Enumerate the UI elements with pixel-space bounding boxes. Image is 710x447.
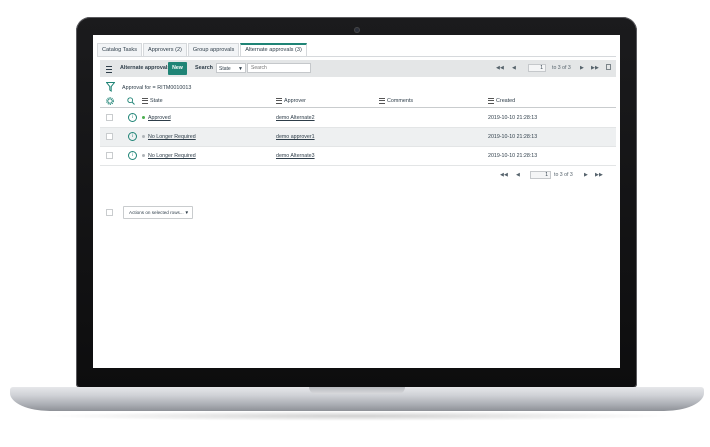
state-cell[interactable]: No Longer Required — [142, 147, 196, 165]
row-checkbox[interactable] — [106, 114, 113, 121]
state-cell[interactable]: No Longer Required — [142, 128, 196, 146]
previous-page-icon[interactable]: ◀ — [516, 172, 520, 178]
approver-cell[interactable]: demo approver1 — [276, 128, 315, 146]
info-icon[interactable]: i — [128, 132, 137, 141]
search-icon[interactable] — [127, 97, 135, 105]
status-dot — [142, 116, 145, 120]
state-value[interactable]: Approved — [148, 115, 171, 121]
created-cell: 2019-10-10 21:28:13 — [488, 153, 538, 159]
info-icon[interactable]: i — [128, 151, 137, 160]
table-row[interactable]: i No Longer Required demo Alternate3 201… — [100, 147, 616, 166]
column-header-state[interactable]: State — [142, 97, 163, 106]
column-header-created[interactable]: Created — [488, 97, 515, 106]
camera-icon — [354, 27, 360, 33]
column-header-approver[interactable]: Approver — [276, 97, 306, 106]
related-list-tabs: Catalog Tasks Approvers (2) Group approv… — [97, 43, 308, 56]
list-title: Alternate approvals — [120, 65, 171, 71]
breadcrumb[interactable]: Approval for = RITM0010013 — [122, 85, 191, 91]
search-label: Search — [195, 65, 213, 71]
filter-icon[interactable] — [106, 82, 115, 92]
search-field-select[interactable]: State ▼ — [216, 63, 246, 73]
column-menu-icon[interactable] — [276, 97, 282, 104]
column-menu-icon[interactable] — [379, 97, 385, 104]
laptop-shadow — [40, 411, 674, 421]
tab-divider — [97, 56, 616, 57]
tab-group-approvals[interactable]: Group approvals — [187, 43, 240, 56]
page-input[interactable]: 1 — [530, 171, 551, 179]
column-header-created-label: Created — [496, 98, 516, 104]
hamburger-menu-icon[interactable] — [106, 66, 112, 73]
page-range: to 3 of 3 — [554, 172, 573, 178]
created-cell: 2019-10-10 21:28:13 — [488, 134, 538, 140]
column-menu-icon[interactable] — [488, 97, 494, 104]
next-page-icon[interactable]: ▶ — [580, 65, 584, 71]
tab-alternate-approvals[interactable]: Alternate approvals (3) — [240, 43, 307, 56]
status-dot — [142, 135, 145, 139]
last-page-icon[interactable]: ▶▶ — [591, 65, 599, 71]
last-page-icon[interactable]: ▶▶ — [595, 172, 603, 178]
screen: Catalog Tasks Approvers (2) Group approv… — [93, 35, 620, 368]
actions-select[interactable]: Actions on selected rows... ▼ — [123, 206, 193, 219]
first-page-icon[interactable]: ◀◀ — [500, 172, 508, 178]
table-row[interactable]: i Approved demo Alternate2 2019-10-10 21… — [100, 109, 616, 128]
state-value[interactable]: No Longer Required — [148, 134, 196, 140]
table-header: State Approver Comments Created — [100, 96, 616, 108]
state-cell[interactable]: Approved — [142, 109, 171, 127]
info-icon[interactable]: i — [128, 113, 137, 122]
select-all-checkbox[interactable] — [106, 209, 113, 216]
column-header-approver-label: Approver — [284, 98, 306, 104]
table-row[interactable]: i No Longer Required demo approver1 2019… — [100, 128, 616, 147]
state-value[interactable]: No Longer Required — [148, 153, 196, 159]
list-toolbar: Alternate approvals New Search State ▼ ◀… — [100, 60, 616, 77]
column-header-comments[interactable]: Comments — [379, 97, 413, 106]
tab-catalog-tasks[interactable]: Catalog Tasks — [97, 43, 143, 56]
next-page-icon[interactable]: ▶ — [584, 172, 588, 178]
chevron-down-icon: ▼ — [238, 66, 243, 72]
row-checkbox[interactable] — [106, 152, 113, 159]
laptop-notch — [309, 387, 405, 394]
actions-select-value: Actions on selected rows... — [129, 210, 184, 215]
search-input[interactable] — [247, 63, 311, 73]
new-button[interactable]: New — [168, 62, 187, 75]
page-range: to 3 of 3 — [552, 65, 571, 71]
list-options-icon[interactable] — [606, 64, 611, 70]
row-checkbox[interactable] — [106, 133, 113, 140]
previous-page-icon[interactable]: ◀ — [512, 65, 516, 71]
created-cell: 2019-10-10 21:28:13 — [488, 115, 538, 121]
approver-cell[interactable]: demo Alternate2 — [276, 109, 315, 127]
approver-cell[interactable]: demo Alternate3 — [276, 147, 315, 165]
tab-approvers[interactable]: Approvers (2) — [143, 43, 187, 56]
column-header-comments-label: Comments — [387, 98, 414, 104]
status-dot — [142, 154, 145, 158]
search-field-value: State — [219, 66, 231, 72]
page-input[interactable]: 1 — [528, 64, 546, 72]
gear-icon[interactable] — [106, 97, 114, 105]
chevron-down-icon: ▼ — [184, 210, 189, 215]
column-header-state-label: State — [150, 98, 163, 104]
column-menu-icon[interactable] — [142, 97, 148, 104]
first-page-icon[interactable]: ◀◀ — [496, 65, 504, 71]
